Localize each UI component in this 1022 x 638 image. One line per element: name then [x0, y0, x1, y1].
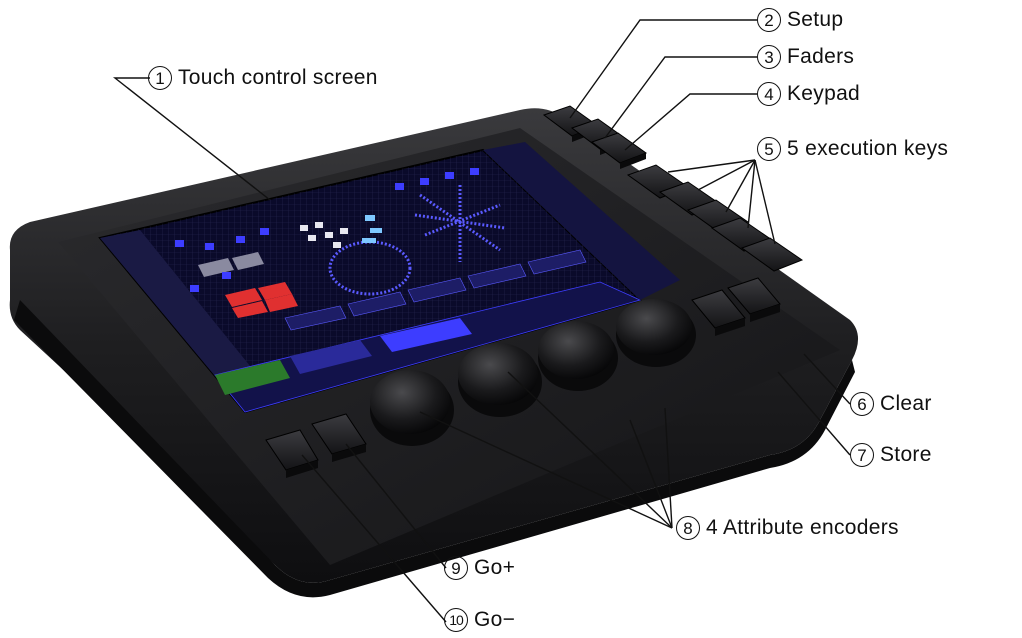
- callout-go-minus: 10 Go−: [444, 608, 515, 632]
- callout-number: 1: [148, 66, 172, 90]
- callout-label: Faders: [787, 45, 855, 68]
- callout-number: 3: [757, 45, 781, 69]
- callout-label: 5 execution keys: [787, 137, 949, 160]
- callout-label: Go+: [474, 556, 516, 579]
- callout-setup: 2 Setup: [757, 8, 843, 32]
- callout-number: 2: [757, 8, 781, 32]
- callout-number: 8: [676, 516, 700, 540]
- callout-faders: 3 Faders: [757, 45, 854, 69]
- callout-label: Setup: [787, 8, 844, 31]
- callout-number: 7: [850, 443, 874, 467]
- callout-number: 5: [757, 137, 781, 161]
- callout-store: 7 Store: [850, 443, 932, 467]
- callout-label: Clear: [880, 392, 932, 415]
- callout-label: Go−: [474, 608, 516, 631]
- callout-keypad: 4 Keypad: [757, 82, 860, 106]
- callout-go-plus: 9 Go+: [444, 556, 515, 580]
- callout-number: 9: [444, 556, 468, 580]
- diagram: 1 Touch control screen 2 Setup 3 Faders …: [0, 0, 1022, 638]
- callout-number: 4: [757, 82, 781, 106]
- callout-clear: 6 Clear: [850, 392, 932, 416]
- callout-number: 10: [444, 608, 468, 632]
- callout-label: 4 Attribute encoders: [706, 516, 899, 539]
- callout-number: 6: [850, 392, 874, 416]
- callout-execution-keys: 5 5 execution keys: [757, 137, 948, 161]
- callout-touch-screen: 1 Touch control screen: [148, 66, 378, 90]
- callout-attribute-encoders: 8 4 Attribute encoders: [676, 516, 899, 540]
- callout-label: Store: [880, 443, 932, 466]
- callout-label: Touch control screen: [178, 66, 378, 89]
- console-illustration: [9, 19, 859, 623]
- callout-label: Keypad: [787, 82, 861, 105]
